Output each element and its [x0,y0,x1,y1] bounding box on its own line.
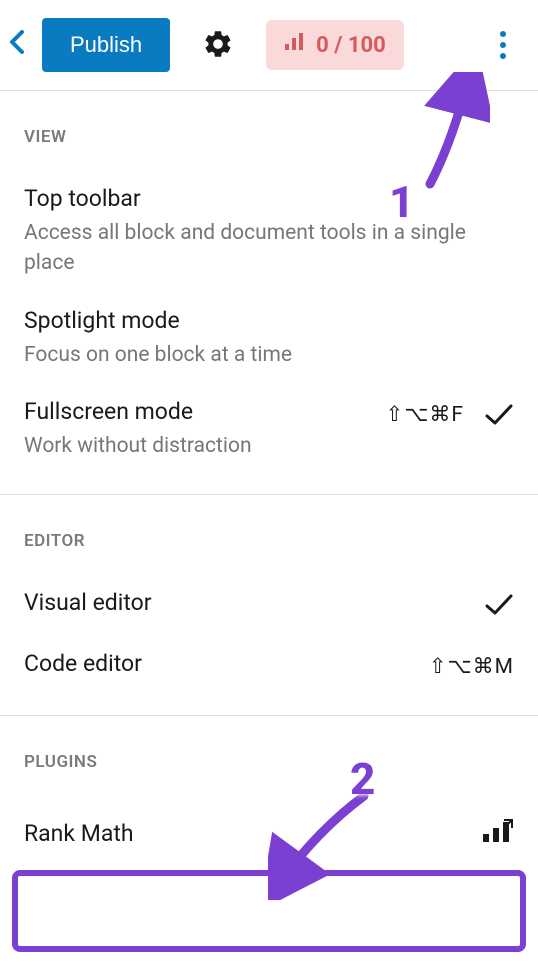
menu-item-spotlight[interactable]: Spotlight mode Focus on one block at a t… [22,293,516,384]
shortcut-label: ⇧⌥⌘M [429,654,514,679]
kebab-icon [500,31,506,37]
seo-score-badge[interactable]: 0 / 100 [266,20,404,70]
editor-section: EDITOR Visual editor Code editor ⇧⌥⌘M [0,495,538,697]
score-text: 0 / 100 [316,33,386,58]
section-header-plugins: PLUGINS [22,716,516,796]
view-section: VIEW Top toolbar Access all block and do… [0,91,538,476]
annotation-highlight-box [12,870,526,952]
section-header-view: VIEW [22,91,516,171]
chart-icon [284,32,306,58]
menu-title: Top toolbar [24,185,514,212]
publish-button[interactable]: Publish [42,18,170,72]
back-chevron-icon[interactable] [8,28,26,63]
menu-item-rank-math[interactable]: Rank Math [22,796,516,872]
menu-item-visual-editor[interactable]: Visual editor [22,575,516,636]
menu-desc: Access all block and document tools in a… [24,218,514,279]
shortcut-label: ⇧⌥⌘F [386,402,464,427]
menu-title: Spotlight mode [24,307,514,334]
check-icon [484,593,514,617]
menu-item-code-editor[interactable]: Code editor ⇧⌥⌘M [22,636,516,697]
more-options-button[interactable] [496,23,510,67]
rank-math-icon [482,818,514,850]
menu-desc: Work without distraction [24,431,374,461]
section-header-editor: EDITOR [22,495,516,575]
check-icon [484,403,514,427]
menu-title: Visual editor [24,589,472,616]
plugin-title: Rank Math [24,820,134,847]
plugins-section: PLUGINS Rank Math [0,716,538,872]
menu-title: Fullscreen mode [24,398,374,425]
gear-icon [202,48,234,63]
menu-item-fullscreen[interactable]: Fullscreen mode Work without distraction… [22,384,516,475]
top-toolbar: Publish 0 / 100 [0,0,538,91]
menu-title: Code editor [24,650,417,677]
settings-button[interactable] [198,24,238,67]
menu-item-top-toolbar[interactable]: Top toolbar Access all block and documen… [22,171,516,293]
menu-desc: Focus on one block at a time [24,340,514,370]
